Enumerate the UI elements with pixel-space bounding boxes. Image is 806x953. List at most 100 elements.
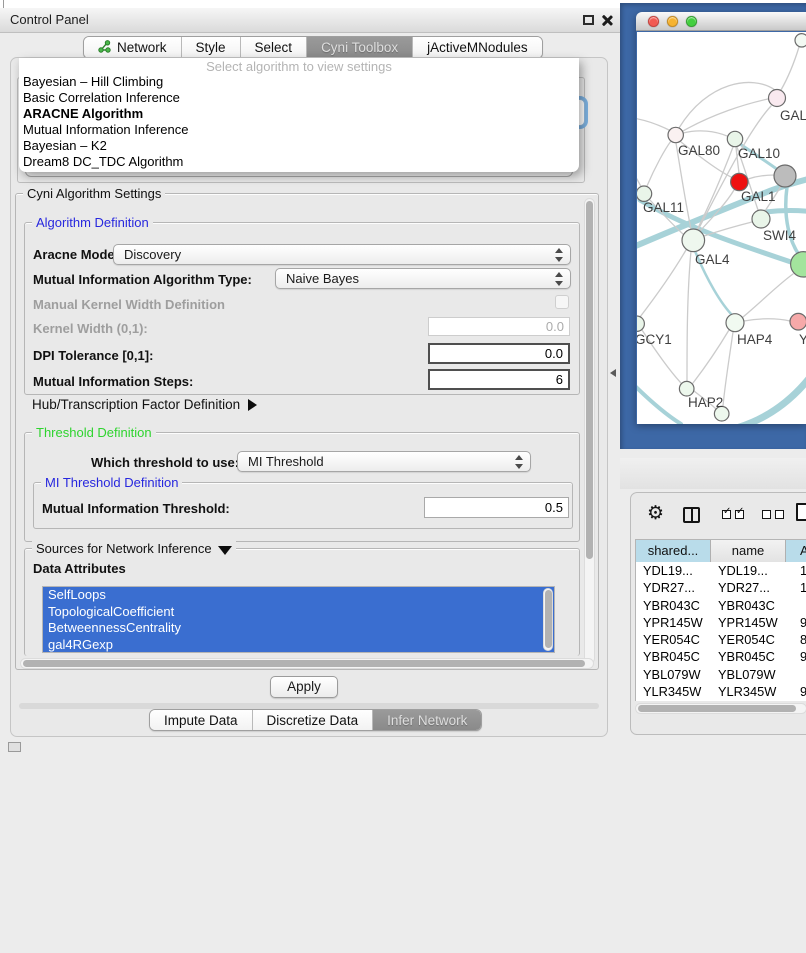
network-node[interactable] <box>727 131 742 146</box>
float-panel-icon[interactable] <box>583 15 594 25</box>
deselect-all-checkbox-icon[interactable] <box>762 510 771 519</box>
tab-style[interactable]: Style <box>182 37 241 58</box>
attribute-list-item[interactable]: TopologicalCoefficient <box>43 604 554 621</box>
network-edge[interactable] <box>729 376 806 424</box>
dropdown-item[interactable]: Dream8 DC_TDC Algorithm <box>19 154 579 170</box>
which-threshold-combobox[interactable]: MI Threshold <box>237 451 531 472</box>
table-row[interactable]: YDR27...YDR27...12 <box>636 579 806 596</box>
network-node[interactable] <box>769 90 786 107</box>
table-column-header[interactable]: A <box>786 540 806 562</box>
show-columns-icon[interactable] <box>683 507 700 523</box>
network-edge[interactable] <box>697 147 733 230</box>
table-hscroll-thumb[interactable] <box>638 705 796 712</box>
network-edge[interactable] <box>637 172 642 188</box>
settings-hscroll-thumb[interactable] <box>23 660 585 667</box>
table-row[interactable]: YDL19...YDL19...13 <box>636 562 806 579</box>
tab-discretize-data[interactable]: Discretize Data <box>253 710 374 730</box>
table-settings-gear-icon[interactable]: ⚙ <box>647 504 664 523</box>
attribute-list-item[interactable]: BetweennessCentrality <box>43 620 554 637</box>
table-row[interactable]: YPR145WYPR145W9. <box>636 614 806 631</box>
network-node[interactable] <box>791 252 806 277</box>
mi-type-combobox[interactable]: Naive Bayes <box>275 268 571 289</box>
network-edge[interactable] <box>679 82 775 128</box>
network-edge[interactable] <box>683 131 727 136</box>
network-edge[interactable] <box>748 175 774 179</box>
window-zoom-icon[interactable] <box>686 16 697 27</box>
network-window-titlebar[interactable] <box>636 12 806 31</box>
attribute-list-scrollbar[interactable] <box>543 588 553 651</box>
network-edge[interactable] <box>743 274 793 317</box>
table-column-header[interactable]: name <box>711 540 786 562</box>
minimized-window-icon[interactable] <box>8 742 21 752</box>
expanded-arrow-icon[interactable] <box>218 546 232 555</box>
network-edge[interactable] <box>693 330 729 383</box>
aracne-mode-combobox[interactable]: Discovery <box>113 244 571 265</box>
network-node[interactable] <box>795 34 806 47</box>
network-edge[interactable] <box>723 332 733 406</box>
table-cell: YBR045C <box>636 648 711 665</box>
table-row[interactable]: YBR043CYBR043C <box>636 597 806 614</box>
dropdown-item[interactable]: Bayesian – Hill Climbing <box>19 74 579 90</box>
network-edge[interactable] <box>687 251 691 381</box>
panel-splitter-arrow-icon[interactable] <box>610 369 616 377</box>
kernel-width-field[interactable]: 0.0 <box>428 317 570 336</box>
dpi-tolerance-field[interactable]: 0.0 <box>428 343 570 364</box>
table-row[interactable]: YBL079WYBL079W <box>636 666 806 683</box>
network-node[interactable] <box>637 316 644 331</box>
network-edge[interactable] <box>637 118 669 130</box>
network-edge[interactable] <box>744 319 790 321</box>
select-all-checkbox-icon[interactable]: ✓ <box>735 510 744 519</box>
network-edge[interactable] <box>781 47 799 90</box>
network-view-canvas[interactable]: GALGAL80GAL10GAL1GAL11SWI4GAL4GCY1HAP4YH… <box>637 32 806 424</box>
dropdown-item[interactable]: Mutual Information Inference <box>19 122 579 138</box>
attribute-list-item[interactable]: SelfLoops <box>43 587 554 604</box>
network-node[interactable] <box>668 127 683 142</box>
table-row[interactable]: YER054CYER054C8. <box>636 631 806 648</box>
hub-definition-header[interactable]: Hub/Transcription Factor Definition <box>32 397 257 412</box>
network-edge[interactable] <box>765 211 806 213</box>
tab-network[interactable]: Network <box>84 37 182 58</box>
dropdown-item[interactable]: Bayesian – K2 <box>19 138 579 154</box>
new-table-doc-icon[interactable] <box>796 503 806 521</box>
data-attributes-list[interactable]: SelfLoopsTopologicalCoefficientBetweenne… <box>42 586 555 653</box>
network-edge[interactable] <box>637 382 681 424</box>
window-close-icon[interactable] <box>648 16 659 27</box>
tab-impute-data[interactable]: Impute Data <box>150 710 253 730</box>
mi-threshold-field[interactable]: 0.5 <box>424 497 569 518</box>
network-edge[interactable] <box>640 250 686 317</box>
table-row[interactable]: YIL052CYIL052C8 <box>636 700 806 701</box>
deselect-all-checkbox-icon[interactable] <box>775 510 784 519</box>
attribute-list-scroll-thumb[interactable] <box>545 590 552 648</box>
tab-select-label: Select <box>255 40 293 55</box>
window-minimize-icon[interactable] <box>667 16 678 27</box>
network-node[interactable] <box>682 229 705 252</box>
network-node[interactable] <box>752 210 770 228</box>
network-edge[interactable] <box>647 141 671 186</box>
network-node[interactable] <box>790 313 806 330</box>
network-edge[interactable] <box>786 187 803 260</box>
close-panel-icon[interactable] <box>601 14 613 26</box>
tab-jactivemnodules[interactable]: jActiveMNodules <box>413 37 542 58</box>
dropdown-item[interactable]: Basic Correlation Inference <box>19 90 579 106</box>
manual-kernel-checkbox[interactable] <box>555 295 569 309</box>
select-all-checkbox-icon[interactable]: ✓ <box>722 510 731 519</box>
network-node[interactable] <box>679 381 694 396</box>
tab-select[interactable]: Select <box>241 37 308 58</box>
network-node[interactable] <box>726 314 744 332</box>
table-column-header[interactable]: shared... <box>636 540 711 562</box>
attribute-list-item[interactable]: gal4RGexp <box>43 637 554 654</box>
settings-vertical-scrollbar[interactable] <box>584 198 595 664</box>
mi-steps-field[interactable]: 6 <box>428 369 570 390</box>
network-node[interactable] <box>774 165 796 187</box>
settings-horizontal-scrollbar[interactable] <box>20 658 594 669</box>
settings-vscroll-thumb[interactable] <box>586 201 593 559</box>
dropdown-item[interactable]: ARACNE Algorithm <box>19 106 579 122</box>
table-row[interactable]: YLR345WYLR345W9. <box>636 683 806 700</box>
table-row[interactable]: YBR045CYBR045C9. <box>636 648 806 665</box>
tab-cyni-toolbox[interactable]: Cyni Toolbox <box>307 37 413 58</box>
network-edge[interactable] <box>704 222 752 236</box>
apply-button[interactable]: Apply <box>270 676 338 698</box>
tab-infer-network[interactable]: Infer Network <box>373 710 481 730</box>
table-horizontal-scrollbar[interactable] <box>635 703 806 714</box>
stepper-icon <box>555 272 563 286</box>
